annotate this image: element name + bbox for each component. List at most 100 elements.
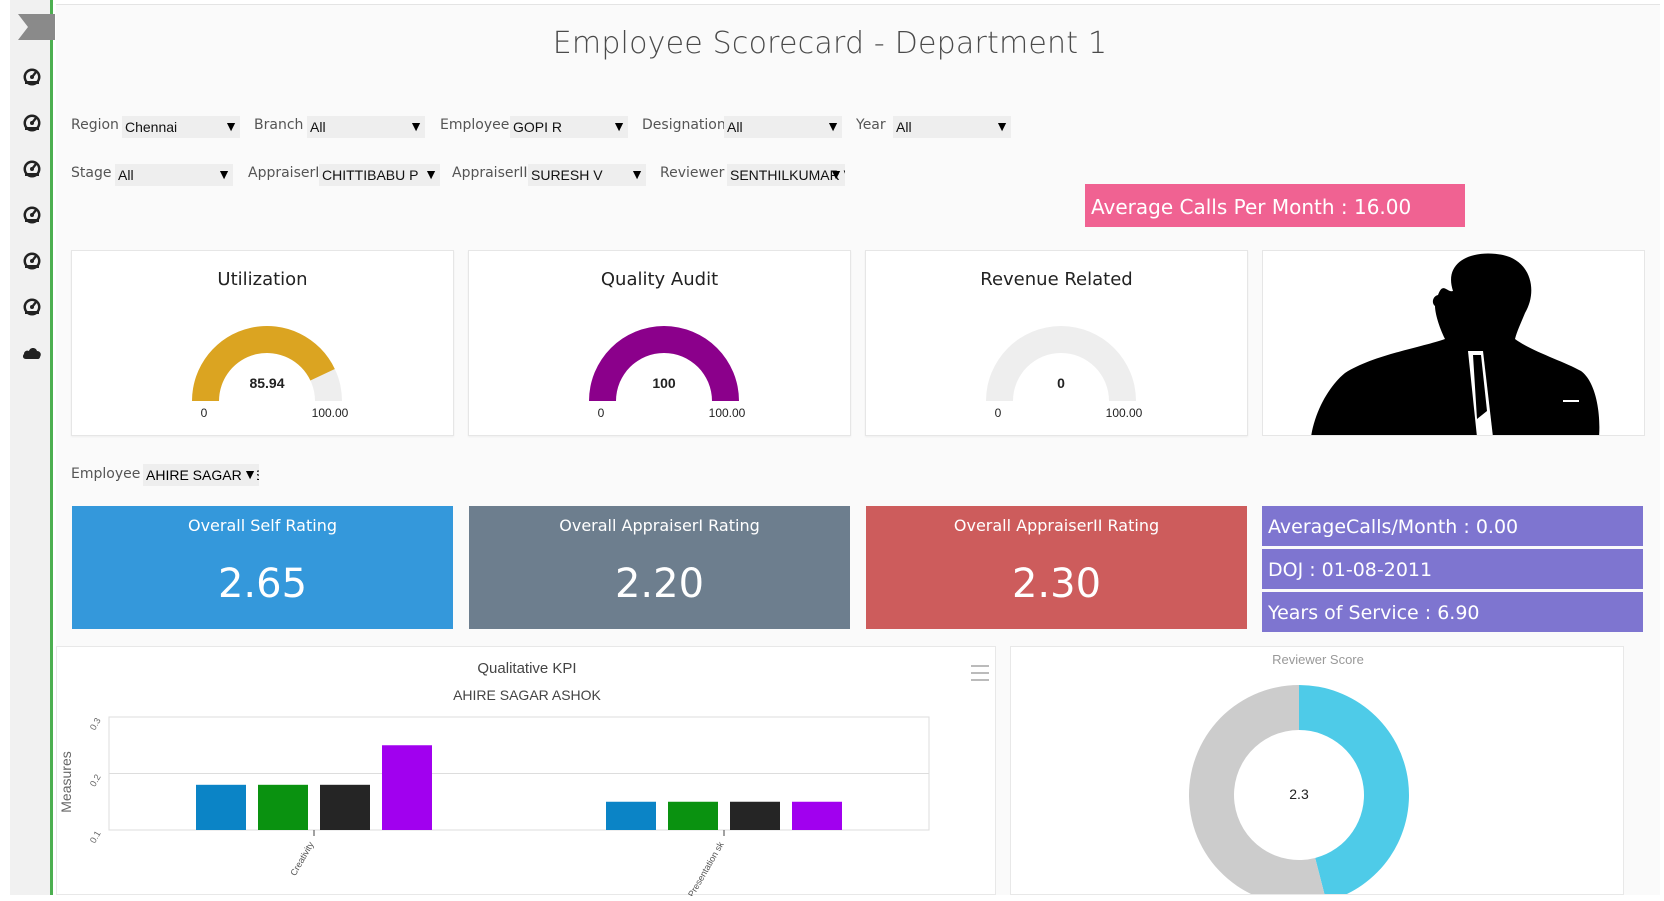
reviewer-value: SENTHILKUMAR V [730, 167, 845, 183]
stage-value: All [118, 167, 134, 183]
rating-value: 2.30 [1011, 561, 1102, 607]
year-select[interactable]: All ▼ [893, 116, 1011, 138]
dashboard-icon[interactable] [22, 158, 42, 178]
revenue-related-gauge: 0 0 100.00 [986, 326, 1143, 420]
sidebar [10, 0, 55, 895]
bar [258, 784, 308, 830]
chart-title: Reviewer Score [1272, 652, 1364, 667]
reviewer-label: Reviewer [660, 165, 725, 181]
y-axis-label: Measures [58, 751, 74, 812]
y-tick-label: 0.3 [88, 716, 103, 732]
year-label: Year [856, 117, 886, 133]
dropdown-arrow-icon: ▼ [409, 118, 423, 134]
utilization-card: Utilization 85.94 0 100.00 [71, 250, 454, 436]
dropdown-arrow-icon: ▼ [612, 118, 626, 134]
rating-value: 2.65 [217, 561, 308, 607]
region-select[interactable]: Chennai ▼ [122, 116, 240, 138]
dropdown-arrow-icon: ▼ [217, 166, 231, 182]
dashboard-icon[interactable] [22, 112, 42, 132]
dropdown-arrow-icon: ▼ [630, 166, 644, 182]
employee2-select[interactable]: AHIRE SAGAR ASHOK▼ [143, 464, 259, 486]
gauge-value: 0 [1057, 375, 1065, 391]
stage-label: Stage [71, 165, 112, 181]
appraiser1-label: AppraiserI [248, 165, 320, 181]
donut-center-label: 2.3 [1289, 786, 1309, 802]
chart-menu-icon[interactable] [971, 665, 989, 681]
person-silhouette-icon [1311, 251, 1600, 435]
employee-select[interactable]: GOPI R ▼ [510, 116, 628, 138]
employee2-value: AHIRE SAGAR ASHOK [146, 467, 259, 483]
average-calls-banner: Average Calls Per Month : 16.00 [1085, 184, 1465, 227]
region-value: Chennai [125, 119, 178, 135]
self-rating-tile: Overall Self Rating 2.65 [72, 506, 453, 629]
quality-audit-card: Quality Audit 100 0 100.00 [468, 250, 851, 436]
bar [730, 801, 780, 830]
rating-title: Overall AppraiserI Rating [559, 516, 760, 535]
gauge-max-label: 100.00 [709, 406, 746, 420]
revenue-related-card: Revenue Related 0 0 100.00 [865, 250, 1248, 436]
rating-title: Overall Self Rating [187, 516, 337, 535]
dashboard-icon[interactable] [22, 204, 42, 224]
appraiser2-select[interactable]: SURESH V ▼ [528, 164, 646, 186]
x-tick-label: Creativity [288, 840, 316, 878]
employee-label: Employee [440, 117, 510, 133]
employee-photo [1262, 250, 1645, 436]
bar [606, 801, 656, 830]
y-tick-label: 0.2 [88, 773, 103, 789]
gauge-value: 85.94 [249, 375, 284, 391]
y-tick-label: 0.1 [88, 829, 103, 845]
bar [382, 745, 432, 830]
dropdown-arrow-icon: ▼ [829, 166, 843, 182]
dropdown-arrow-icon: ▼ [826, 118, 840, 134]
designation-value: All [727, 119, 743, 135]
gauge-title: Utilization [217, 269, 308, 290]
branch-value: All [310, 119, 326, 135]
rating-value: 2.20 [614, 561, 705, 607]
year-value: All [896, 119, 912, 135]
dashboard-icon[interactable] [22, 250, 42, 270]
gauge-title: Revenue Related [980, 269, 1133, 290]
designation-select[interactable]: All ▼ [724, 116, 842, 138]
rating-title: Overall AppraiserII Rating [953, 516, 1160, 535]
years-of-service-info: Years of Service : 6.90 [1262, 592, 1643, 632]
bar [792, 801, 842, 830]
utilization-gauge: 85.94 0 100.00 [192, 326, 349, 420]
gauge-title: Quality Audit [600, 269, 719, 290]
page-title: Employee Scorecard - Department 1 [552, 26, 1108, 61]
gauge-min-label: 0 [201, 406, 208, 420]
average-calls-info: AverageCalls/Month : 0.00 [1262, 506, 1643, 546]
branch-label: Branch [254, 117, 304, 133]
chart-subtitle: AHIRE SAGAR ASHOK [453, 687, 601, 703]
qualitative-kpi-panel: Qualitative KPI AHIRE SAGAR ASHOK Measur… [56, 646, 996, 899]
qualitative-kpi-chart: Qualitative KPI AHIRE SAGAR ASHOK Measur… [58, 660, 989, 899]
bar [320, 784, 370, 830]
chart-title: Qualitative KPI [477, 660, 576, 677]
employee2-label: Employee [71, 466, 141, 482]
bar [196, 784, 246, 830]
bar [668, 801, 718, 830]
dashboard-icon[interactable] [22, 66, 42, 86]
employee-value: GOPI R [513, 119, 563, 135]
gauge-max-label: 100.00 [312, 406, 349, 420]
gauge-max-label: 100.00 [1106, 406, 1143, 420]
reviewer-score-panel: Reviewer Score 2.3 [1010, 646, 1624, 895]
quality-audit-gauge: 100 0 100.00 [589, 326, 746, 420]
appraiser1-rating-tile: Overall AppraiserI Rating 2.20 [469, 506, 850, 629]
dropdown-arrow-icon: ▼ [224, 118, 238, 134]
gauge-min-label: 0 [598, 406, 605, 420]
doj-info: DOJ : 01-08-2011 [1262, 549, 1643, 589]
cloud-icon[interactable] [22, 343, 42, 363]
dropdown-arrow-icon: ▼ [243, 466, 257, 482]
appraiser2-label: AppraiserII [452, 165, 528, 181]
reviewer-select[interactable]: SENTHILKUMAR V ▼ [727, 164, 845, 186]
designation-label: Designation [642, 117, 726, 133]
gauge-min-label: 0 [995, 406, 1002, 420]
reviewer-score-chart: Reviewer Score 2.3 [1189, 652, 1409, 894]
stage-select[interactable]: All ▼ [115, 164, 233, 186]
region-label: Region [71, 117, 119, 133]
app-window: Employee Scorecard - Department 1 Region… [0, 0, 1664, 899]
appraiser1-select[interactable]: CHITTIBABU P ▼ [319, 164, 440, 186]
dropdown-arrow-icon: ▼ [424, 166, 438, 182]
branch-select[interactable]: All ▼ [307, 116, 425, 138]
dashboard-icon[interactable] [22, 296, 42, 316]
